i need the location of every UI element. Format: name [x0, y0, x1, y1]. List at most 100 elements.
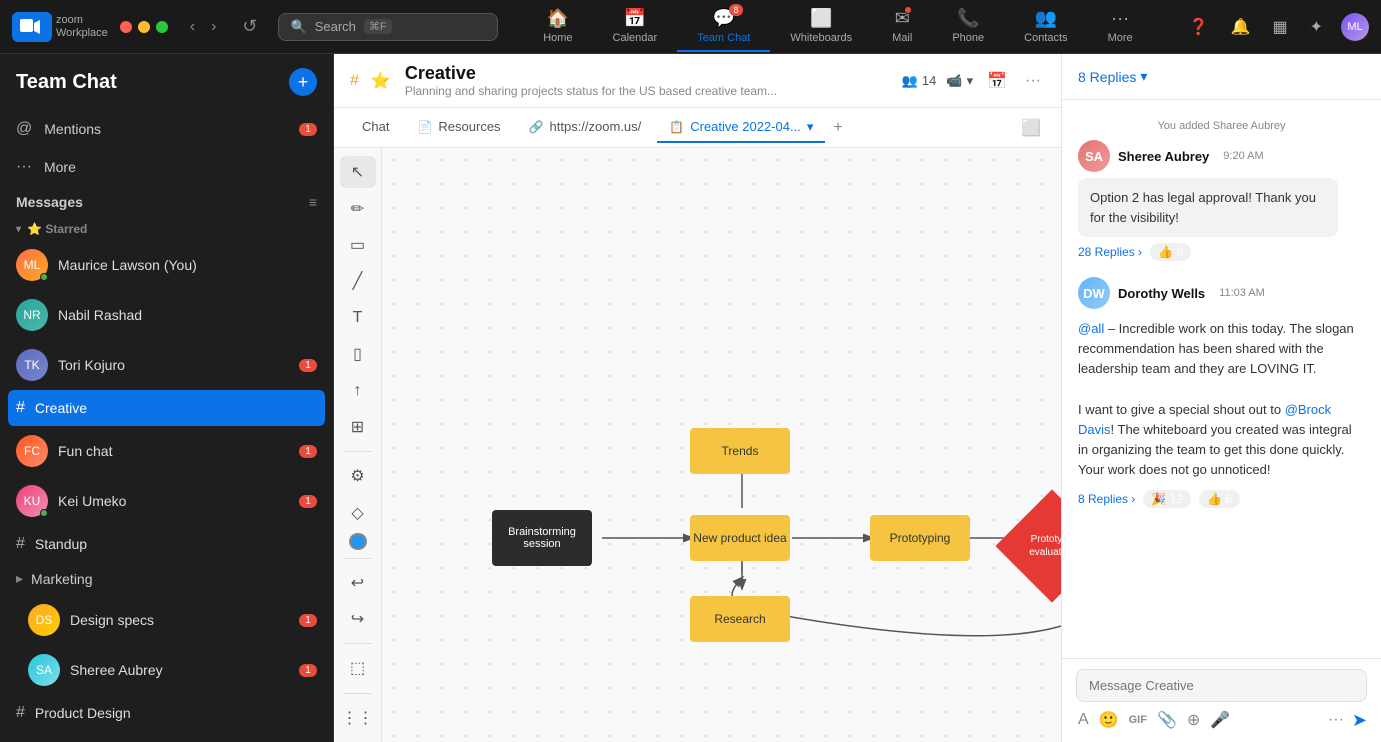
- rect-tool[interactable]: ▭: [340, 229, 376, 261]
- sidebar-item-fun-chat[interactable]: FC Fun chat 1: [0, 426, 333, 476]
- tab-whiteboards[interactable]: ⬜ Whiteboards: [770, 2, 872, 52]
- tab-calendar[interactable]: 📅 Calendar: [593, 2, 678, 52]
- thread-replies-button-2[interactable]: 8 Replies ›: [1078, 492, 1135, 506]
- sticky-tool[interactable]: ▯: [340, 338, 376, 370]
- replies-count: 28 Replies: [1078, 245, 1135, 259]
- frames-button[interactable]: ⬚: [340, 652, 376, 684]
- help-button[interactable]: ❓: [1185, 13, 1213, 41]
- line-tool[interactable]: ╱: [340, 265, 376, 297]
- send-button[interactable]: ➤: [1352, 710, 1367, 731]
- tools-panel: ↖ ✏ ▭ ╱ T ▯ ↑ ⊞ ⚙ ◇ ↩ ↪ ⬚ ⋮⋮: [334, 148, 382, 742]
- smart-tool[interactable]: ⚙: [340, 460, 376, 492]
- redo-button[interactable]: ↪: [340, 603, 376, 635]
- upload-tool[interactable]: ↑: [340, 374, 376, 406]
- replies-toggle-button[interactable]: 8 Replies ▾: [1078, 68, 1147, 85]
- starred-section[interactable]: ▾ ⭐ Starred: [0, 214, 333, 240]
- thread-replies-button[interactable]: 28 Replies ›: [1078, 245, 1142, 259]
- new-product-node[interactable]: New product idea: [690, 515, 790, 561]
- sidebar-item-name: Sheree Aubrey: [70, 662, 289, 678]
- filter-button[interactable]: ≡: [309, 194, 317, 210]
- channel-header: # ⭐ Creative Planning and sharing projec…: [334, 54, 1061, 108]
- sidebar-item-kei[interactable]: KU Kei Umeko 1: [0, 476, 333, 526]
- sidebar-item-tori[interactable]: TK Tori Kojuro 1: [0, 340, 333, 390]
- main-layout: Team Chat + @ Mentions 1 ··· More Messag…: [0, 54, 1381, 742]
- reaction-fire[interactable]: 👍 6: [1199, 490, 1240, 508]
- messages-label: Messages: [16, 194, 309, 210]
- table-tool[interactable]: ⊞: [340, 411, 376, 443]
- shape-tool[interactable]: ◇: [340, 497, 376, 529]
- calendar-icon: 📅: [624, 8, 646, 29]
- history-button[interactable]: ↺: [234, 12, 265, 41]
- emoji-button[interactable]: 🙂: [1097, 708, 1121, 732]
- close-dot[interactable]: [120, 21, 132, 33]
- sidebar-item-standup[interactable]: # Standup: [0, 526, 333, 562]
- more-options-button[interactable]: ···: [1021, 68, 1045, 94]
- tab-link[interactable]: 🔗 https://zoom.us/: [517, 113, 654, 142]
- video-button[interactable]: 📹 ▾: [946, 73, 973, 89]
- sidebar-item-design-specs[interactable]: DS Design specs 1: [0, 595, 333, 645]
- mentions-badge: 1: [299, 123, 317, 136]
- brainstorm-node[interactable]: Brainstorming session: [492, 510, 592, 566]
- starred-label: ⭐ Starred: [27, 222, 87, 236]
- minimize-dot[interactable]: [138, 21, 150, 33]
- mention-button[interactable]: ⊕: [1185, 708, 1202, 732]
- add-tab-button[interactable]: +: [833, 119, 842, 137]
- tori-badge: 1: [299, 359, 317, 372]
- starred-arrow: ▾: [16, 224, 21, 235]
- tab-more[interactable]: ··· More: [1088, 2, 1153, 52]
- main-content: # ⭐ Creative Planning and sharing projec…: [334, 54, 1061, 742]
- calendar-event-button[interactable]: 📅: [983, 67, 1011, 95]
- new-chat-button[interactable]: +: [289, 68, 317, 96]
- sidebar-item-creative[interactable]: # Creative: [8, 390, 325, 426]
- sidebar-folder-marketing[interactable]: ▸ Marketing: [0, 562, 333, 595]
- tab-chat[interactable]: Chat: [350, 113, 401, 142]
- ai-button[interactable]: ✦: [1306, 13, 1327, 41]
- channel-description: Planning and sharing projects status for…: [405, 84, 777, 98]
- thread-panel: 8 Replies ▾ You added Sharee Aubrey SA S…: [1061, 54, 1381, 742]
- sidebar-item-mentions[interactable]: @ Mentions 1: [0, 110, 333, 148]
- undo-button[interactable]: ↩: [340, 566, 376, 598]
- sidebar-item-sheree[interactable]: SA Sheree Aubrey 1: [0, 645, 333, 695]
- format-button[interactable]: A: [1076, 709, 1091, 731]
- trends-node[interactable]: Trends: [690, 428, 790, 474]
- color-picker[interactable]: [349, 533, 367, 550]
- sidebar-item-product-design[interactable]: # Product Design: [0, 695, 333, 731]
- text-tool[interactable]: T: [340, 302, 376, 334]
- tab-resources[interactable]: 📄 Resources: [405, 113, 512, 142]
- reaction-thumb[interactable]: 👍 8: [1150, 243, 1191, 261]
- canvas-area[interactable]: Yes No Brainstorming s: [382, 148, 1061, 742]
- more-tools-button[interactable]: ⋮⋮: [340, 702, 376, 734]
- replies-count-2: 8 Replies: [1078, 492, 1128, 506]
- notifications-button[interactable]: 🔔: [1227, 13, 1255, 41]
- tab-home[interactable]: 🏠 Home: [523, 2, 592, 52]
- tab-mail[interactable]: ✉ Mail: [872, 2, 932, 52]
- maximize-dot[interactable]: [156, 21, 168, 33]
- back-button[interactable]: ‹: [184, 14, 201, 40]
- prototyping-node[interactable]: Prototyping: [870, 515, 970, 561]
- research-node[interactable]: Research: [690, 596, 790, 642]
- search-bar[interactable]: 🔍 Search ⌘F: [278, 13, 498, 41]
- tab-phone[interactable]: 📞 Phone: [932, 2, 1004, 52]
- sidebar-folder-design-team[interactable]: ▸ Design team: [0, 731, 333, 742]
- expand-button[interactable]: ⬜: [1017, 114, 1045, 142]
- draw-tool[interactable]: ✏: [340, 192, 376, 224]
- forward-button[interactable]: ›: [205, 14, 222, 40]
- tab-team-chat[interactable]: 💬8 Team Chat: [677, 2, 770, 52]
- user-avatar[interactable]: ML: [1341, 13, 1369, 41]
- attachment-button[interactable]: 📎: [1155, 708, 1179, 732]
- tab-contacts[interactable]: 👥 Contacts: [1004, 2, 1087, 52]
- tab-whiteboard[interactable]: 📋 Creative 2022-04... ▾: [657, 113, 825, 143]
- channel-name: Creative: [405, 63, 777, 84]
- message-input[interactable]: [1076, 669, 1367, 702]
- reaction-party[interactable]: 🎉 12: [1143, 490, 1191, 508]
- audio-button[interactable]: 🎤: [1208, 708, 1232, 732]
- gif-button[interactable]: GIF: [1127, 712, 1149, 728]
- more-label: More: [44, 159, 76, 175]
- sidebar-item-name: Tori Kojuro: [58, 357, 289, 373]
- sidebar-item-nabil[interactable]: NR Nabil Rashad: [0, 290, 333, 340]
- layout-button[interactable]: ▦: [1268, 13, 1291, 41]
- more-toolbar-button[interactable]: ···: [1326, 709, 1346, 731]
- sidebar-item-maurice[interactable]: ML Maurice Lawson (You): [0, 240, 333, 290]
- select-tool[interactable]: ↖: [340, 156, 376, 188]
- sidebar-item-more[interactable]: ··· More: [0, 148, 333, 186]
